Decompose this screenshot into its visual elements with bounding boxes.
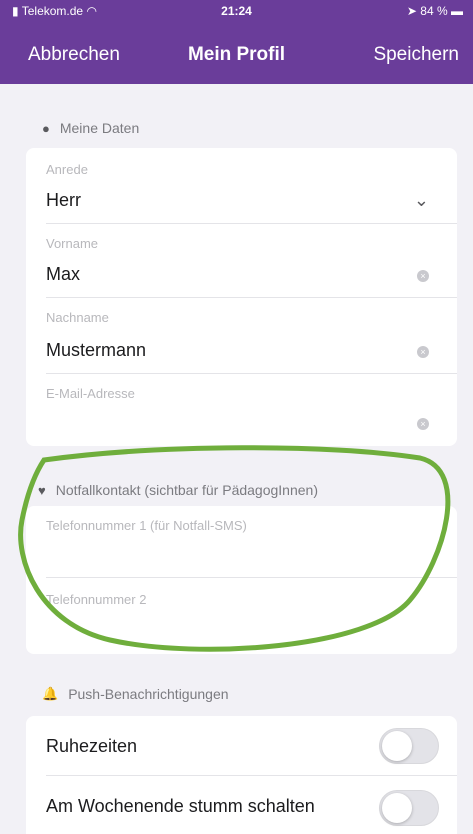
clear-icon[interactable]: × xyxy=(417,270,429,282)
clear-icon[interactable]: × xyxy=(417,346,429,358)
salutation-label: Anrede xyxy=(46,162,88,177)
battery-icon: ▬ xyxy=(451,4,463,18)
phone2-label: Telefonnummer 2 xyxy=(46,592,147,607)
clear-icon[interactable]: × xyxy=(417,418,429,430)
section-header-push: 🔔 Push-Benachrichtigungen xyxy=(42,686,229,702)
nav-bar: Abbrechen Mein Profil Speichern xyxy=(0,22,473,84)
location-icon: ➤ xyxy=(406,4,417,18)
first-name-value: Max xyxy=(46,264,81,284)
push-card: Ruhezeiten Am Wochenende stumm schalten xyxy=(26,716,457,834)
toggle-knob xyxy=(382,731,412,761)
first-name-label: Vorname xyxy=(46,236,99,251)
salutation-field[interactable]: Anrede Herr ⌄ xyxy=(26,148,457,224)
status-time: 21:24 xyxy=(221,4,252,18)
last-name-field[interactable]: Nachname Mustermann × xyxy=(26,298,457,374)
toggle-knob xyxy=(382,793,412,823)
email-label: E-Mail-Adresse xyxy=(46,386,135,401)
battery-status: ➤ 84 % ▬ xyxy=(406,4,463,18)
personal-data-card: Anrede Herr ⌄ Vorname Max × Nachname Mus… xyxy=(26,148,457,446)
quiet-hours-label: Ruhezeiten xyxy=(46,736,138,756)
email-field[interactable]: E-Mail-Adresse × xyxy=(26,374,457,446)
weekend-mute-toggle[interactable] xyxy=(379,790,439,826)
person-icon: ● xyxy=(42,120,50,136)
quiet-hours-toggle[interactable] xyxy=(379,728,439,764)
last-name-label: Nachname xyxy=(46,310,109,325)
section-header-personal-data: ● Meine Daten xyxy=(42,120,140,136)
last-name-value: Mustermann xyxy=(46,340,147,360)
phone2-field[interactable]: Telefonnummer 2 xyxy=(26,578,457,654)
weekend-mute-row: Am Wochenende stumm schalten xyxy=(26,776,457,834)
weekend-mute-label: Am Wochenende stumm schalten xyxy=(46,796,315,816)
heart-icon: ♥ xyxy=(38,482,46,498)
save-button[interactable]: Speichern xyxy=(373,44,459,66)
chevron-down-icon[interactable]: ⌄ xyxy=(414,190,429,211)
cancel-button[interactable]: Abbrechen xyxy=(28,44,120,66)
bell-icon: 🔔 xyxy=(42,686,59,701)
salutation-value: Herr xyxy=(46,190,81,210)
quiet-hours-row: Ruhezeiten xyxy=(26,716,457,776)
first-name-field[interactable]: Vorname Max × xyxy=(26,224,457,298)
status-bar: ▮ Telekom.de ◠ 21:24 ➤ 84 % ▬ xyxy=(0,0,473,22)
emergency-contact-card: Telefonnummer 1 (für Notfall-SMS) Telefo… xyxy=(26,506,457,654)
section-header-emergency-contact: ♥ Notfallkontakt (sichtbar für PädagogIn… xyxy=(38,482,318,498)
phone1-field[interactable]: Telefonnummer 1 (für Notfall-SMS) xyxy=(26,506,457,578)
phone1-label: Telefonnummer 1 (für Notfall-SMS) xyxy=(46,518,247,533)
